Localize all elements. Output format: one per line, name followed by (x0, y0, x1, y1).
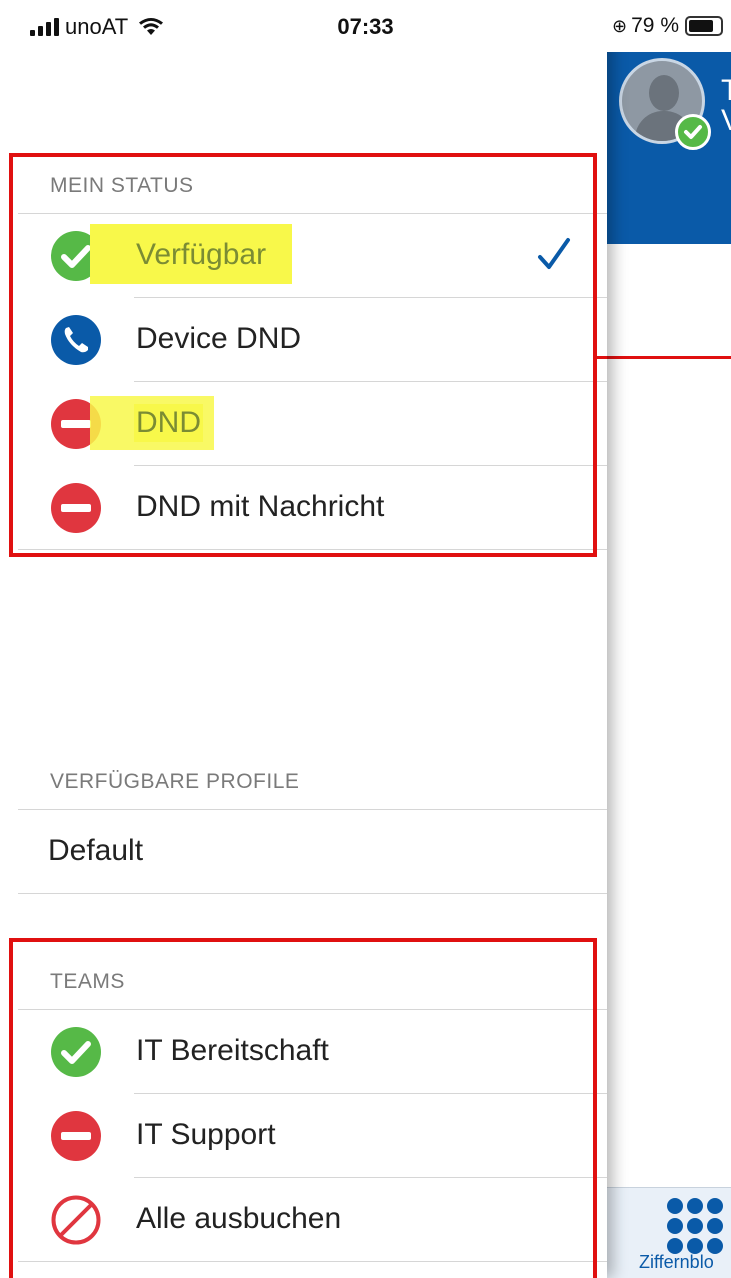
status-label-available: Verfügbar (134, 236, 269, 274)
check-circle-green-icon (51, 1027, 101, 1077)
minus-circle-red-icon (51, 1111, 101, 1161)
battery-icon (685, 16, 723, 36)
divider (18, 893, 607, 894)
divider (18, 1261, 607, 1262)
battery-percent: 79 % (631, 14, 679, 37)
section-header-profiles: VERFÜGBARE PROFILE (50, 770, 300, 793)
tab-keypad-label: Ziffernblo (639, 1252, 714, 1272)
profile-item-default[interactable]: Default (0, 810, 607, 894)
annotation-connector-line (607, 356, 731, 359)
app-main-panel: T V Ziffernblo (607, 0, 731, 1278)
section-header-status: MEIN STATUS (50, 174, 194, 197)
app-header: T V (607, 52, 731, 244)
user-name-partial: T V (721, 74, 731, 136)
profile-label-default: Default (48, 834, 144, 867)
status-label-device-dnd: Device DND (136, 322, 302, 355)
team-label-it-bereitschaft: IT Bereitschaft (136, 1034, 329, 1067)
team-item-it-support[interactable]: IT Support (0, 1094, 607, 1178)
status-item-dnd-message[interactable]: DND mit Nachricht (0, 466, 607, 550)
status-label-dnd: DND (134, 404, 203, 442)
keypad-icon (667, 1198, 723, 1254)
minus-circle-red-icon (51, 483, 101, 533)
team-label-it-support: IT Support (136, 1118, 276, 1151)
status-label-dnd-message: DND mit Nachricht (136, 490, 385, 523)
phone-circle-blue-icon (51, 315, 101, 365)
checkmark-icon (538, 238, 570, 269)
annotation-connector-line (597, 356, 607, 359)
team-item-alle-ausbuchen[interactable]: Alle ausbuchen (0, 1178, 607, 1262)
status-bar-right: ⊕ 79 % (612, 14, 723, 38)
status-item-available[interactable]: Verfügbar (0, 214, 607, 298)
status-bar: unoAT 07:33 ⊕ 79 % (0, 0, 731, 52)
status-item-dnd[interactable]: DND (0, 382, 607, 466)
status-item-device-dnd[interactable]: Device DND (0, 298, 607, 382)
team-item-it-bereitschaft[interactable]: IT Bereitschaft (0, 1010, 607, 1094)
tab-bar: Ziffernblo (607, 1187, 731, 1278)
rotation-lock-icon: ⊕ (612, 15, 628, 36)
divider (18, 549, 607, 550)
team-label-alle-ausbuchen: Alle ausbuchen (136, 1202, 342, 1235)
status-drawer: MEIN STATUS Verfügbar Device DND DND DND… (0, 0, 607, 1278)
prohibited-icon (51, 1195, 101, 1245)
section-header-teams: TEAMS (50, 970, 125, 993)
available-badge-icon (675, 114, 711, 150)
